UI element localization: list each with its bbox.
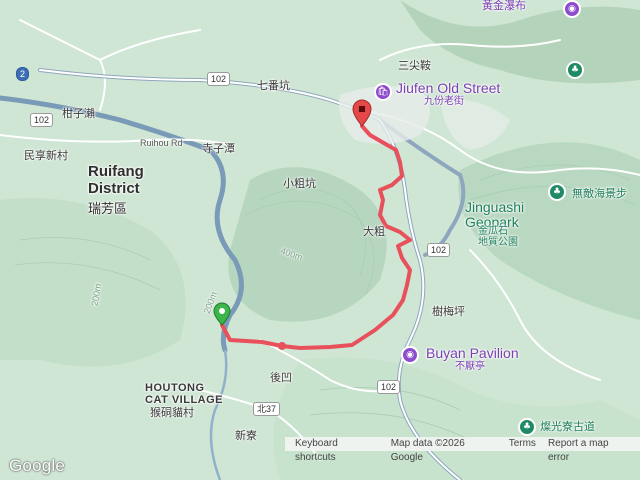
label-sanjianqi: 三尖鞍: [398, 59, 431, 72]
label-houtong-en: HOUTONG CAT VILLAGE: [145, 382, 224, 407]
park-pin-icon-canguang[interactable]: ♣: [518, 418, 536, 436]
tree-icon: ♣: [522, 422, 532, 432]
label-jiufen-en[interactable]: Jiufen Old Street: [396, 80, 500, 96]
attribution-bar: Keyboard shortcuts Map data ©2026 Google…: [285, 437, 640, 463]
camera-icon: ◉: [568, 4, 576, 14]
route-shield-102-left: 102: [30, 113, 54, 127]
label-dacu: 大粗: [363, 225, 385, 238]
label-houtong-zh: 猴硐貓村: [150, 406, 194, 419]
tree-icon: ♣: [552, 187, 562, 197]
label-canguang-zh[interactable]: 燦光寮古道: [540, 420, 595, 433]
label-ruifang-zh: 瑞芳區: [88, 202, 128, 217]
label-jiufen-zh[interactable]: 九份老街: [424, 96, 464, 107]
label-ruihou-rd: Ruihou Rd: [140, 138, 183, 148]
waterfall-pin-icon[interactable]: ◉: [563, 0, 581, 18]
label-minxiangxincun: 民享新村: [24, 149, 68, 162]
camera-pin-icon[interactable]: ◉: [401, 346, 419, 364]
label-huangjin-zh[interactable]: 黃金瀑布: [482, 0, 526, 12]
label-buyan-zh[interactable]: 不厭亭: [455, 361, 485, 372]
google-logo[interactable]: Google: [9, 456, 65, 476]
report-error-link[interactable]: Report a map error: [542, 437, 636, 463]
label-wudi-zh[interactable]: 無敵海景步: [572, 187, 627, 200]
route-shield-2: 2: [16, 67, 30, 81]
route-shield-102-top: 102: [207, 72, 231, 86]
park-pin-icon[interactable]: ♣: [566, 61, 584, 79]
map-canvas[interactable]: [0, 0, 640, 480]
label-jinguashi-zh[interactable]: 金瓜石 地質公園: [478, 226, 518, 248]
label-siziwan: 寺子潭: [202, 142, 235, 155]
tree-icon: ♣: [570, 65, 580, 75]
route-shield-102-right: 102: [427, 243, 451, 257]
label-qifankeng: 七番坑: [257, 79, 290, 92]
route-shield-bei37: 北37: [253, 402, 281, 416]
route-waypoint: [278, 342, 286, 350]
map-view[interactable]: 🛍 ◉ ◉ ♣ ♣ ♣ Jiufen Old Street 九份老街 Jingu…: [0, 0, 640, 480]
keyboard-shortcuts-link[interactable]: Keyboard shortcuts: [289, 437, 385, 463]
label-ruifang-en: Ruifang District: [88, 163, 144, 197]
label-houao: 後凹: [270, 371, 292, 384]
camera-icon: ◉: [406, 350, 414, 360]
shopping-pin-icon[interactable]: 🛍: [374, 83, 392, 101]
label-shumeiping: 樹梅坪: [432, 305, 465, 318]
label-ganzilai: 柑子瀨: [62, 107, 95, 120]
map-data-text: Map data ©2026 Google: [390, 438, 465, 463]
route-shield-102-bottom: 102: [377, 380, 401, 394]
label-buyan-en[interactable]: Buyan Pavilion: [426, 345, 519, 361]
bag-icon: 🛍: [377, 87, 389, 97]
terms-link[interactable]: Terms: [503, 437, 542, 451]
park-pin-icon-wudi[interactable]: ♣: [548, 183, 566, 201]
label-xiaocukeng: 小粗坑: [283, 177, 316, 190]
label-xinliao: 新寮: [235, 429, 257, 442]
